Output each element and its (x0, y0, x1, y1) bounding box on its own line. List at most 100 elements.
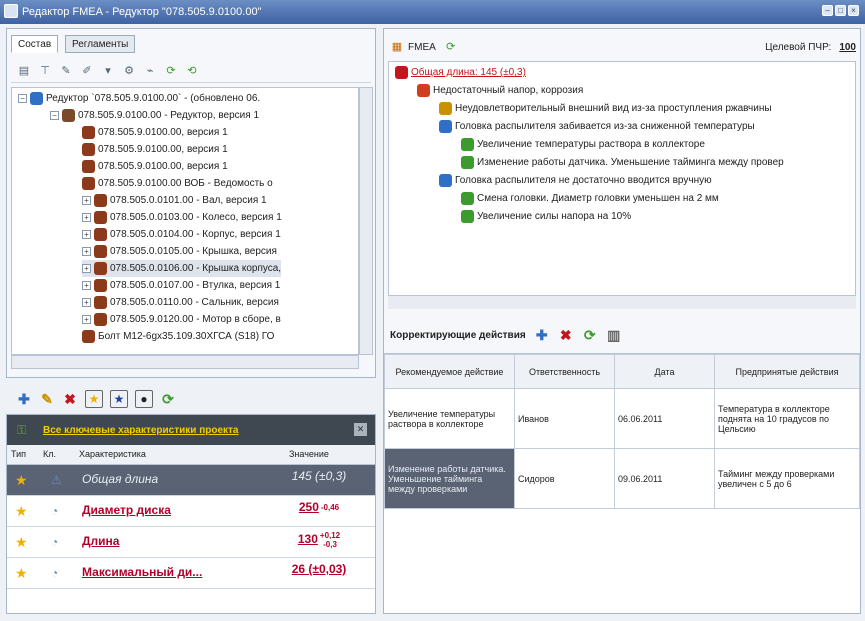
tab-structure[interactable]: Состав (11, 35, 59, 53)
delete-action-icon[interactable]: ✖ (558, 327, 574, 343)
tree-item[interactable]: − Редуктор `078.505.9.0100.00` - (обновле… (18, 90, 260, 107)
characteristic-value[interactable]: 250 -0,46 (269, 500, 369, 514)
fmea-tree-item[interactable]: Головка распылителя не достаточно вводит… (439, 172, 712, 189)
fmea-tree-item[interactable]: Общая длина: 145 (±0,3) (395, 64, 526, 81)
filter-icon[interactable]: ⊤ (38, 64, 52, 78)
expand-icon[interactable]: + (82, 196, 91, 205)
fmea-refresh-icon[interactable]: ⟳ (444, 40, 458, 54)
circle-filter-icon[interactable]: ● (135, 390, 153, 408)
refresh-characteristics-icon[interactable]: ⟳ (160, 391, 176, 407)
tree-item[interactable]: Болт М12-6gх35.109.30ХГСА (S18) ГО (82, 328, 274, 345)
tree-item-label: Редуктор `078.505.9.0100.00` - (обновлен… (46, 93, 261, 104)
fmea-tree-item[interactable]: Головка распылителя забивается из-за сни… (439, 118, 755, 135)
expand-icon[interactable]: + (82, 247, 91, 256)
tree-item[interactable]: 078.505.9.0100.00 ВОБ - Ведомость о (82, 175, 273, 192)
characteristic-row[interactable]: ★ ⚠ Общая длина 145 (±0,3) (7, 465, 375, 496)
characteristic-row[interactable]: ★ ◔ Длина 130 +0,12 -0,3 (7, 527, 375, 558)
view-icon[interactable]: ▤ (17, 64, 31, 78)
close-icon[interactable]: × (848, 5, 859, 16)
action-icon (461, 138, 474, 151)
fmea-label[interactable]: FMEA (408, 42, 436, 53)
fmea-horizontal-scrollbar[interactable] (388, 295, 856, 309)
gauge-icon: ◔ (51, 566, 59, 580)
edit-icon[interactable]: ✐ (80, 64, 94, 78)
tree-item[interactable]: +078.505.9.0120.00 - Мотор в сборе, в (82, 311, 281, 328)
tree-item[interactable]: +078.505.0.0101.00 - Вал, версия 1 (82, 192, 267, 209)
minimize-icon[interactable]: – (822, 5, 833, 16)
tree-item[interactable]: 078.505.9.0100.00, версия 1 (82, 124, 228, 141)
target-rpn-value[interactable]: 100 (839, 42, 856, 53)
refresh-icon[interactable]: ⟳ (164, 64, 178, 78)
col-recommended[interactable]: Рекомендуемое действие (384, 354, 515, 389)
characteristic-name[interactable]: Длина (82, 534, 119, 548)
characteristic-name[interactable]: Общая длина (82, 472, 158, 486)
col-responsible[interactable]: Ответственность (514, 354, 615, 389)
fmea-tree-item[interactable]: Увеличение температуры раствора в коллек… (461, 136, 705, 153)
tree-item[interactable]: 078.505.9.0100.00, версия 1 (82, 141, 228, 158)
col-taken[interactable]: Предпринятые действия (714, 354, 860, 389)
col-class[interactable]: Кл. (43, 449, 56, 459)
star-filter-icon[interactable]: ★ (85, 390, 103, 408)
all-key-characteristics-link[interactable]: Все ключевые характеристики проекта (43, 425, 239, 436)
collapse-icon[interactable]: ✕ (354, 423, 367, 436)
fmea-tree-item[interactable]: Увеличение силы напора на 10% (461, 208, 631, 225)
link-icon[interactable]: ⌁ (143, 64, 157, 78)
fmea-tree-item[interactable]: Недостаточный напор, коррозия (417, 82, 583, 99)
characteristic-value[interactable]: 145 (±0,3) (269, 469, 369, 483)
fmea-tree-item[interactable]: Смена головки. Диаметр головки уменьшен … (461, 190, 719, 207)
col-type[interactable]: Тип (11, 449, 26, 459)
structure-tree: − Редуктор `078.505.9.0100.00` - (обновле… (11, 87, 359, 355)
expand-icon[interactable]: + (82, 281, 91, 290)
tab-regulations[interactable]: Регламенты (65, 35, 136, 53)
tree-item[interactable]: +078.505.0.0107.00 - Втулка, версия 1 (82, 277, 280, 294)
tree-item-label: 078.505.9.0100.00, версия 1 (98, 161, 228, 172)
fmea-item-label: Общая длина: 145 (±0,3) (411, 67, 526, 78)
expand-icon[interactable]: + (82, 298, 91, 307)
fmea-tree-item[interactable]: Изменение работы датчика. Уменьшение тай… (461, 154, 784, 171)
part-icon (94, 279, 107, 292)
grid-icon[interactable]: ▥ (606, 327, 622, 343)
expand-icon[interactable]: + (82, 315, 91, 324)
tree-item[interactable]: +078.505.0.0106.00 - Крышка корпуса, (82, 260, 282, 277)
characteristic-value[interactable]: 130 +0,12 -0,3 (269, 531, 369, 549)
tree-item[interactable]: +078.505.0.0104.00 - Корпус, версия 1 (82, 226, 281, 243)
collapse-icon[interactable]: − (18, 94, 27, 103)
sync-icon[interactable]: ⟲ (185, 64, 199, 78)
col-name[interactable]: Характеристика (79, 449, 146, 459)
fmea-item-label: Изменение работы датчика. Уменьшение тай… (477, 157, 784, 168)
maximize-icon[interactable]: □ (835, 5, 846, 16)
tree-item[interactable]: 078.505.9.0100.00, версия 1 (82, 158, 228, 175)
expand-icon[interactable]: + (82, 230, 91, 239)
table-row[interactable]: Изменение работы датчика. Уменьшение тай… (384, 448, 860, 509)
collapse-icon[interactable]: − (50, 111, 59, 120)
pen-icon[interactable]: ✎ (59, 64, 73, 78)
characteristic-row[interactable]: ★ ◔ Максимальный ди... 26 (±0,03) (7, 558, 375, 589)
fmea-tree-item[interactable]: Неудовлетворительный внешний вид из-за п… (439, 100, 772, 117)
add-action-icon[interactable]: ✚ (534, 327, 550, 343)
add-icon[interactable]: ✚ (16, 391, 32, 407)
characteristic-row[interactable]: ★ ◔ Диаметр диска 250 -0,46 (7, 496, 375, 527)
dropdown-icon[interactable]: ▾ (101, 64, 115, 78)
tree-vertical-scrollbar[interactable] (359, 87, 373, 355)
cell-date: 06.06.2011 (614, 388, 715, 449)
col-value[interactable]: Значение (289, 449, 329, 459)
tree-horizontal-scrollbar[interactable] (11, 355, 359, 369)
characteristic-name[interactable]: Максимальный ди... (82, 565, 202, 579)
tree-item-label: Болт М12-6gх35.109.30ХГСА (S18) ГО (98, 331, 275, 342)
characteristic-name[interactable]: Диаметр диска (82, 503, 171, 517)
characteristic-value[interactable]: 26 (±0,03) (269, 562, 369, 576)
table-row[interactable]: Увеличение температуры раствора в коллек… (384, 388, 860, 449)
delete-icon[interactable]: ✖ (62, 391, 78, 407)
tool-icon[interactable]: ⚙ (122, 64, 136, 78)
tree-item[interactable]: +078.505.0.0110.00 - Сальник, версия (82, 294, 279, 311)
tree-item[interactable]: +078.505.0.0103.00 - Колесо, версия 1 (82, 209, 282, 226)
tree-item[interactable]: − 078.505.9.0100.00 - Редуктор, версия 1 (50, 107, 259, 124)
expand-icon[interactable]: + (82, 213, 91, 222)
star-blue-filter-icon[interactable]: ★ (110, 390, 128, 408)
expand-icon[interactable]: + (82, 264, 91, 273)
refresh-actions-icon[interactable]: ⟳ (582, 327, 598, 343)
part-icon (94, 245, 107, 258)
col-date[interactable]: Дата (614, 354, 715, 389)
tree-item[interactable]: +078.505.0.0105.00 - Крышка, версия (82, 243, 277, 260)
edit-pencil-icon[interactable]: ✎ (39, 391, 55, 407)
